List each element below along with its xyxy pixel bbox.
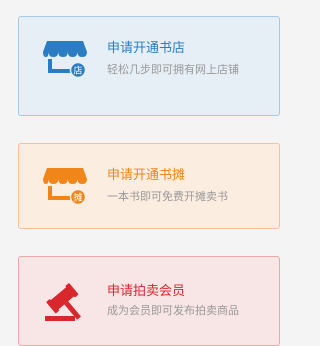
- card-description: 成为会员即可发布拍卖商品: [107, 304, 239, 317]
- card-description: 轻松几步即可拥有网上店铺: [107, 63, 239, 76]
- apply-auction-member-card[interactable]: 申请拍卖会员 成为会员即可发布拍卖商品: [18, 256, 280, 346]
- card-title[interactable]: 申请开通书店: [107, 41, 185, 57]
- card-description: 一本书即可免费开摊卖书: [107, 190, 228, 203]
- shop-badge-label: 店: [73, 65, 82, 77]
- stall-badge-label: 摊: [73, 192, 82, 204]
- card-title[interactable]: 申请拍卖会员: [107, 284, 185, 300]
- gavel-icon: [45, 283, 81, 321]
- card-title[interactable]: 申请开通书摊: [107, 168, 185, 184]
- apply-bookstore-card[interactable]: 店 申请开通书店 轻松几步即可拥有网上店铺: [18, 16, 280, 116]
- stall-icon: 摊: [43, 168, 87, 206]
- storefront-icon: 店: [43, 41, 87, 79]
- apply-bookstall-card[interactable]: 摊 申请开通书摊 一本书即可免费开摊卖书: [18, 143, 280, 229]
